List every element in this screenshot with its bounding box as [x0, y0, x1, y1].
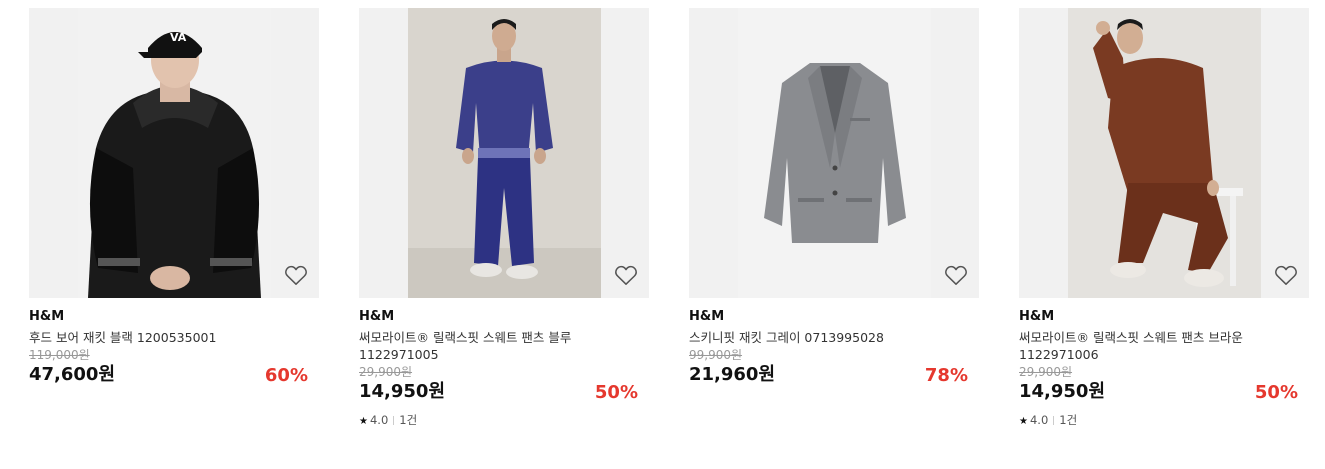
- product-title[interactable]: 스키니핏 재킷 그레이 0713995028: [689, 329, 951, 346]
- rating-summary: ★ 4.0 1건: [1019, 413, 1309, 429]
- product-brand: H&M: [359, 309, 395, 324]
- sale-price: 14,950원: [359, 381, 446, 402]
- heart-outline-icon[interactable]: [1273, 262, 1299, 288]
- discount-rate: 78%: [924, 365, 968, 386]
- divider: [393, 416, 395, 425]
- product-card[interactable]: H&M 써모라이트® 릴랙스핏 스웨트 팬츠 블루 1122971005 29,…: [359, 8, 649, 429]
- product-card[interactable]: H&M 써모라이트® 릴랙스핏 스웨트 팬츠 브라운 1122971006 29…: [1019, 8, 1309, 429]
- heart-outline-icon[interactable]: [283, 262, 309, 288]
- discount-rate: 60%: [264, 365, 308, 386]
- star-icon: ★: [359, 416, 368, 427]
- discount-rate: 50%: [1254, 382, 1298, 403]
- product-photo: [738, 8, 931, 298]
- product-image-link[interactable]: [689, 8, 979, 298]
- original-price: 99,900원: [689, 348, 743, 362]
- price-row: 21,960원 78%: [689, 363, 979, 387]
- product-photo: [1068, 8, 1261, 298]
- price-row: 14,950원 50%: [359, 380, 649, 404]
- original-price: 29,900원: [359, 365, 413, 379]
- star-icon: ★: [1019, 416, 1028, 427]
- product-card[interactable]: H&M 스키니핏 재킷 그레이 0713995028 99,900원 21,96…: [689, 8, 979, 387]
- product-title[interactable]: 써모라이트® 릴랙스핏 스웨트 팬츠 브라운 1122971006: [1019, 329, 1281, 363]
- product-photo: VA: [78, 8, 271, 298]
- product-image-link[interactable]: [359, 8, 649, 298]
- product-brand: H&M: [29, 309, 65, 324]
- sale-price: 14,950원: [1019, 381, 1106, 402]
- sale-price: 47,600원: [29, 364, 116, 385]
- product-brand: H&M: [689, 309, 725, 324]
- rating-score: 4.0: [369, 413, 389, 427]
- original-price: 29,900원: [1019, 365, 1073, 379]
- heart-outline-icon[interactable]: [943, 262, 969, 288]
- review-count: 1건: [1059, 413, 1078, 427]
- divider: [1053, 416, 1055, 425]
- heart-outline-icon[interactable]: [613, 262, 639, 288]
- price-row: 47,600원 60%: [29, 363, 319, 387]
- price-row: 14,950원 50%: [1019, 380, 1309, 404]
- product-image-link[interactable]: [1019, 8, 1309, 298]
- rating-summary: ★ 4.0 1건: [359, 413, 649, 429]
- product-title[interactable]: 후드 보어 재킷 블랙 1200535001: [29, 329, 291, 346]
- product-card[interactable]: VA H&M 후드 보어 재킷 블랙 1200535001 119,000원 4…: [29, 8, 319, 387]
- product-image-link[interactable]: VA: [29, 8, 319, 298]
- product-title[interactable]: 써모라이트® 릴랙스핏 스웨트 팬츠 블루 1122971005: [359, 329, 621, 363]
- svg-text:VA: VA: [170, 31, 187, 44]
- product-brand: H&M: [1019, 309, 1055, 324]
- product-photo: [408, 8, 601, 298]
- original-price: 119,000원: [29, 348, 90, 362]
- rating-score: 4.0: [1029, 413, 1049, 427]
- discount-rate: 50%: [594, 382, 638, 403]
- sale-price: 21,960원: [689, 364, 776, 385]
- review-count: 1건: [399, 413, 418, 427]
